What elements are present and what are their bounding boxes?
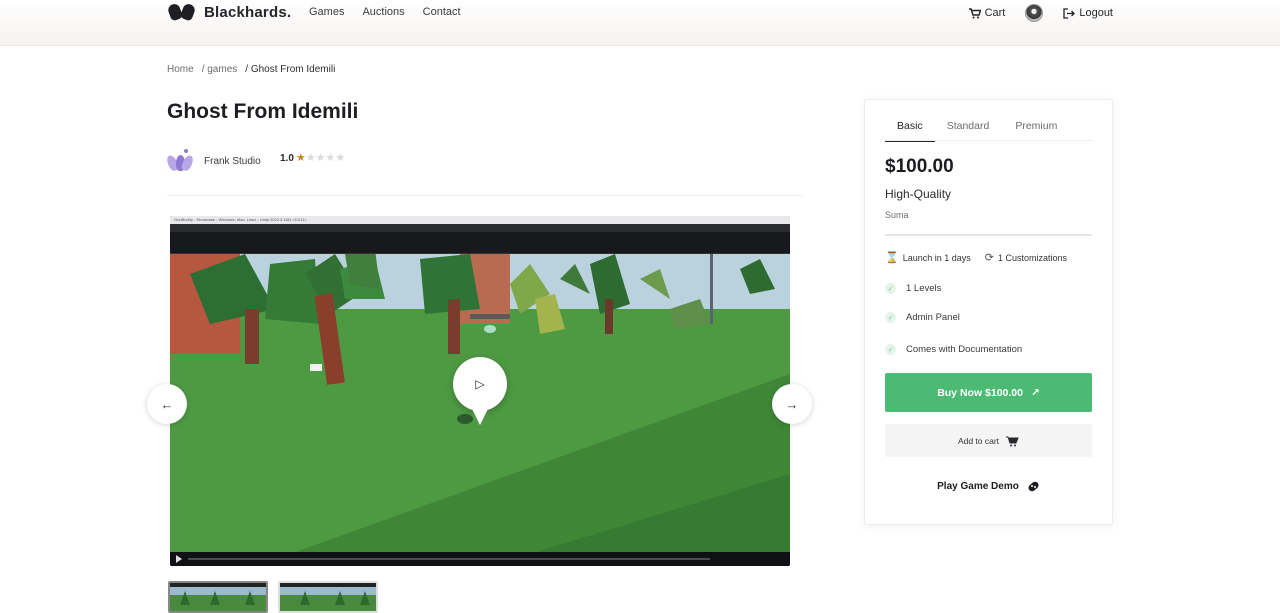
star-icon: ★ xyxy=(315,152,326,164)
arrow-left-icon: ← xyxy=(160,396,174,412)
cart-link[interactable]: Cart xyxy=(968,7,1006,19)
arrow-right-icon: → xyxy=(785,396,799,412)
tab-basic[interactable]: Basic xyxy=(885,117,935,142)
tier-author: Suma xyxy=(885,210,909,220)
studio-name: Frank Studio xyxy=(204,155,261,167)
breadcrumb-games[interactable]: / games xyxy=(202,64,238,75)
video-small-play-icon[interactable] xyxy=(176,555,182,563)
nav-games[interactable]: Games xyxy=(309,6,344,18)
brand-logo[interactable]: Blackhards. xyxy=(166,2,292,22)
tab-standard[interactable]: Standard xyxy=(947,117,990,142)
play-icon: ▷ xyxy=(475,377,485,391)
star-icon: ★ xyxy=(335,152,346,164)
add-to-cart-label: Add to cart xyxy=(957,435,1000,446)
nav-contact[interactable]: Contact xyxy=(423,6,461,18)
video-editor-toolbar xyxy=(170,232,790,254)
card-divider xyxy=(885,234,1092,236)
star-icon: ★ xyxy=(295,152,306,164)
feature-label: Comes with Documentation xyxy=(906,344,1023,355)
breadcrumb: Home / games / Ghost From Idemili xyxy=(167,64,335,75)
price: $100.00 xyxy=(885,156,954,177)
logout-link[interactable]: Logout xyxy=(1063,7,1113,19)
cart-label: Cart xyxy=(984,7,1006,19)
video-window-title: GunBuddy - Showcase - Windows, Mac, Linu… xyxy=(170,216,790,224)
feature-label: 1 Levels xyxy=(906,283,942,294)
studio-info[interactable]: Frank Studio xyxy=(165,149,261,173)
hourglass-icon: ⌛ xyxy=(885,252,899,264)
customizations-text: 1 Customizations xyxy=(997,252,1068,263)
delivery-info: ⌛ Launch in 1 days ⟳ 1 Customizations xyxy=(885,251,1067,264)
video-progress-bar[interactable] xyxy=(188,558,710,560)
play-demo-label: Play Game Demo xyxy=(937,480,1019,492)
cart-plus-icon xyxy=(1006,436,1019,446)
check-icon: ✓ xyxy=(885,312,896,323)
launch-text: Launch in 1 days xyxy=(902,252,971,263)
top-navbar: Blackhards. Games Auctions Contact Cart … xyxy=(0,0,1280,46)
breadcrumb-current: / Ghost From Idemili xyxy=(245,64,336,75)
play-demo-button[interactable]: Play Game Demo xyxy=(885,474,1092,498)
video-menubar xyxy=(170,224,790,232)
brand-mark-icon xyxy=(166,2,198,22)
feature-item: ✓ Admin Panel xyxy=(885,312,960,323)
rating-stars: ★★★★★ xyxy=(296,153,345,164)
studio-logo-icon xyxy=(165,149,195,173)
cart-icon xyxy=(968,7,981,18)
star-icon: ★ xyxy=(305,152,316,164)
refresh-icon: ⟳ xyxy=(984,252,994,264)
feature-item: ✓ Comes with Documentation xyxy=(885,344,1022,355)
carousel-next-button[interactable]: → xyxy=(772,384,812,424)
feature-item: ✓ 1 Levels xyxy=(885,283,941,294)
tabs-divider xyxy=(885,140,1092,141)
brand-name: Blackhards. xyxy=(204,3,292,21)
main-nav: Games Auctions Contact xyxy=(309,6,461,18)
logout-icon xyxy=(1063,7,1076,19)
gamepad-icon xyxy=(1028,481,1039,491)
pricing-tabs: Basic Standard Premium xyxy=(885,117,1083,142)
check-icon: ✓ xyxy=(885,344,896,355)
carousel-prev-button[interactable]: ← xyxy=(147,384,187,424)
page-title: Ghost From Idemili xyxy=(167,100,359,123)
media-thumbnails xyxy=(168,581,378,613)
tier-name: High-Quality xyxy=(885,187,952,201)
buy-now-label: Buy Now $100.00 xyxy=(937,386,1023,399)
rating-value: 1.0 xyxy=(280,153,294,164)
feature-label: Admin Panel xyxy=(906,312,960,323)
arrow-up-right-icon: ↗ xyxy=(1030,386,1040,399)
check-icon: ✓ xyxy=(885,283,896,294)
video-controls xyxy=(170,552,790,566)
section-divider xyxy=(167,195,803,196)
add-to-cart-button[interactable]: Add to cart xyxy=(885,424,1092,457)
rating: 1.0 ★★★★★ xyxy=(280,153,345,165)
thumbnail-1[interactable] xyxy=(168,581,268,613)
tab-premium[interactable]: Premium xyxy=(1015,117,1057,142)
star-icon: ★ xyxy=(325,152,336,164)
nav-auctions[interactable]: Auctions xyxy=(362,6,404,18)
breadcrumb-home[interactable]: Home xyxy=(167,64,194,75)
thumbnail-2[interactable] xyxy=(278,581,378,613)
header-actions: Cart Logout xyxy=(968,4,1113,22)
user-avatar[interactable] xyxy=(1025,4,1044,22)
buy-now-button[interactable]: Buy Now $100.00 ↗ xyxy=(885,373,1092,412)
pricing-card: Basic Standard Premium $100.00 High-Qual… xyxy=(864,99,1113,525)
logout-label: Logout xyxy=(1079,7,1113,19)
video-play-button[interactable]: ▷ xyxy=(453,357,507,425)
